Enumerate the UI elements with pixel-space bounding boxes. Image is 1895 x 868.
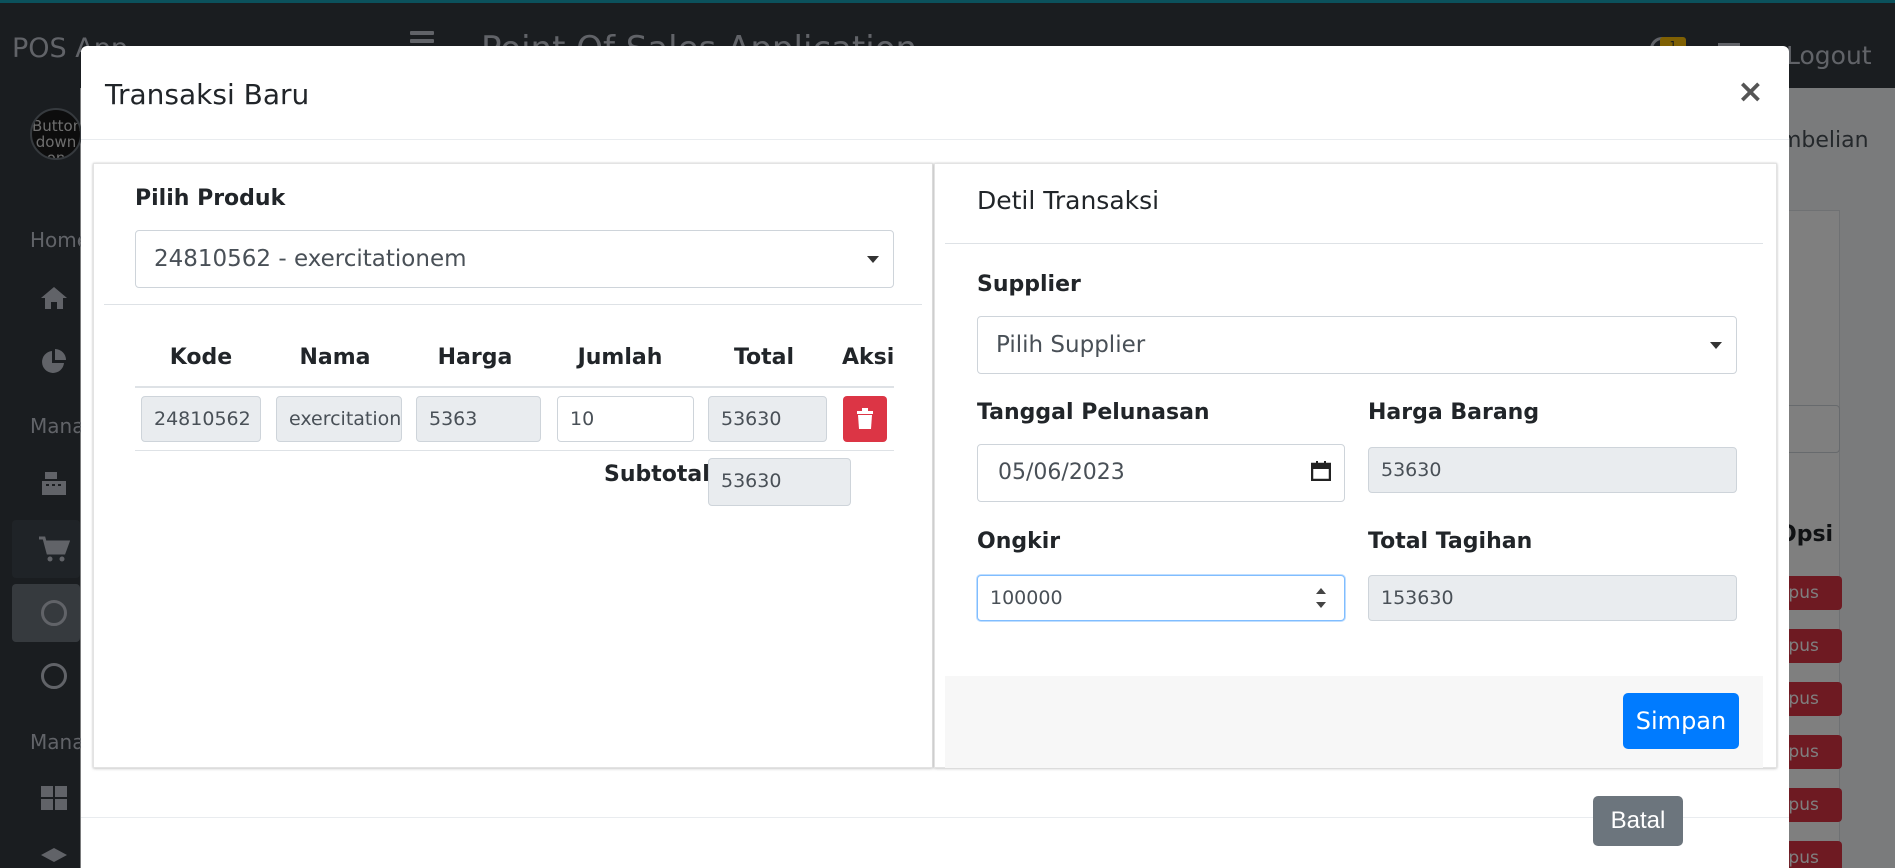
row-harga-field: 5363	[416, 396, 541, 442]
product-select[interactable]: 24810562 - exercitationem	[135, 230, 894, 288]
trash-icon	[857, 408, 873, 429]
delete-row-button[interactable]	[843, 396, 887, 442]
close-icon[interactable]: ×	[1737, 72, 1764, 110]
subtotal-label: Subtotal	[604, 462, 710, 487]
transaction-detail-card: Detil Transaksi Supplier Pilih Supplier …	[934, 163, 1777, 768]
total-bill-label: Total Tagihan	[1368, 529, 1533, 554]
divider	[104, 304, 922, 305]
column-header-nama: Nama	[299, 345, 371, 370]
shipping-cost-input[interactable]: 100000	[977, 575, 1345, 621]
column-header-harga: Harga	[437, 345, 513, 370]
supplier-select[interactable]: Pilih Supplier	[977, 316, 1737, 374]
due-date-value: 05/06/2023	[998, 460, 1125, 485]
shipping-cost-value: 100000	[990, 587, 1063, 609]
row-total-field: 53630	[708, 396, 827, 442]
table-header-border	[135, 386, 894, 388]
detail-title: Detil Transaksi	[977, 186, 1160, 215]
column-header-jumlah: Jumlah	[577, 345, 663, 370]
product-card: Pilih Produk 24810562 - exercitationem K…	[93, 163, 933, 768]
supplier-select-value: Pilih Supplier	[996, 332, 1146, 358]
row-nama-field: exercitationem	[276, 396, 402, 442]
row-jumlah-input[interactable]: 10	[557, 396, 694, 442]
number-spinner-icon[interactable]	[1311, 584, 1331, 612]
save-button[interactable]: Simpan	[1623, 693, 1739, 749]
new-transaction-modal: Transaksi Baru × Pilih Produk 24810562 -…	[81, 46, 1789, 868]
modal-header: Transaksi Baru ×	[81, 46, 1789, 140]
total-bill-field: 153630	[1368, 575, 1737, 621]
supplier-label: Supplier	[977, 272, 1081, 297]
row-kode-field: 24810562	[141, 396, 261, 442]
column-header-total: Total	[733, 345, 795, 370]
divider	[945, 243, 1763, 244]
cancel-button[interactable]: Batal	[1593, 796, 1683, 846]
column-header-kode: Kode	[169, 345, 233, 370]
item-price-label: Harga Barang	[1368, 400, 1540, 425]
product-select-value: 24810562 - exercitationem	[154, 246, 467, 272]
chevron-down-icon	[1710, 342, 1722, 349]
chevron-down-icon	[867, 256, 879, 263]
due-date-label: Tanggal Pelunasan	[977, 400, 1210, 425]
card-footer: Simpan	[945, 676, 1763, 768]
calendar-icon[interactable]	[1311, 461, 1331, 481]
item-price-field: 53630	[1368, 447, 1737, 493]
product-select-label: Pilih Produk	[135, 186, 286, 211]
subtotal-field: 53630	[708, 458, 851, 506]
table-row-border	[135, 450, 894, 451]
column-header-aksi: Aksi	[842, 345, 895, 370]
modal-title: Transaksi Baru	[105, 78, 310, 111]
shipping-cost-label: Ongkir	[977, 529, 1061, 554]
modal-footer	[81, 817, 1789, 868]
due-date-input[interactable]: 05/06/2023	[977, 444, 1345, 502]
